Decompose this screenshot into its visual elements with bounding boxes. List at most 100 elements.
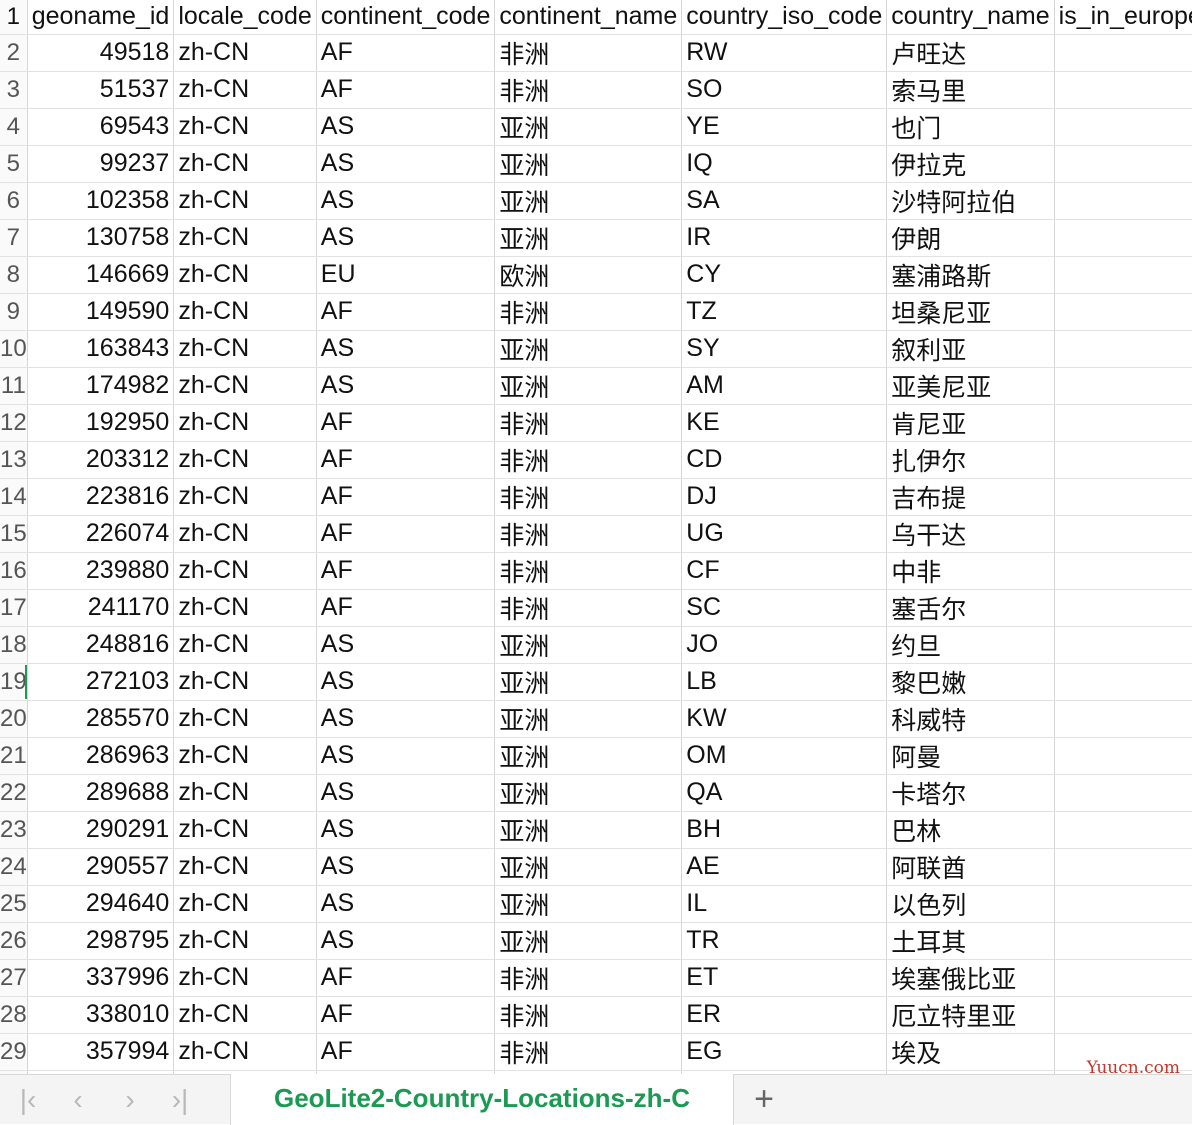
cell-country-iso-code[interactable]: UG	[681, 515, 888, 553]
cell-continent-name[interactable]: 亚洲	[494, 848, 683, 886]
cell-is-in-european-union[interactable]: 0	[1054, 996, 1192, 1034]
cell-geoname-id[interactable]: 286963	[27, 737, 175, 775]
cell-geoname-id[interactable]: 69543	[27, 108, 175, 146]
cell-country-name[interactable]: 扎伊尔	[886, 441, 1055, 479]
row-number[interactable]: 25	[0, 885, 28, 923]
cell-geoname-id[interactable]: 272103	[27, 663, 175, 701]
cell-continent-code[interactable]: AS	[316, 219, 496, 257]
cell-country-iso-code[interactable]: DJ	[681, 478, 888, 516]
cell-country-iso-code[interactable]: KW	[681, 700, 888, 738]
cell-country-name[interactable]: 黎巴嫩	[886, 663, 1055, 701]
cell-is-in-european-union[interactable]: 0	[1054, 589, 1192, 627]
cell-continent-name[interactable]: 非洲	[494, 1033, 683, 1071]
sheet-tab-active[interactable]: GeoLite2-Country-Locations-zh-C	[230, 1074, 734, 1125]
cell-continent-code[interactable]: AS	[316, 663, 496, 701]
cell-locale-code[interactable]: zh-CN	[173, 182, 317, 220]
cell-is-in-european-union[interactable]: 0	[1054, 552, 1192, 590]
cell-continent-name[interactable]: 亚洲	[494, 108, 683, 146]
cell-locale-code[interactable]: zh-CN	[173, 811, 317, 849]
cell-continent-code[interactable]: AS	[316, 922, 496, 960]
cell-locale-code[interactable]: zh-CN	[173, 959, 317, 997]
cell-locale-code[interactable]: zh-CN	[173, 219, 317, 257]
column-header[interactable]: is_in_european_union	[1054, 0, 1192, 35]
cell-locale-code[interactable]: zh-CN	[173, 404, 317, 442]
row-number[interactable]: 10	[0, 330, 28, 368]
cell-continent-code[interactable]: AF	[316, 478, 496, 516]
cell-is-in-european-union[interactable]: 0	[1054, 811, 1192, 849]
cell-locale-code[interactable]: zh-CN	[173, 293, 317, 331]
cell-continent-name[interactable]: 亚洲	[494, 145, 683, 183]
row-number[interactable]: 3	[0, 71, 28, 109]
cell-country-iso-code[interactable]: SO	[681, 71, 888, 109]
cell-is-in-european-union[interactable]: 0	[1054, 219, 1192, 257]
cell-continent-name[interactable]: 亚洲	[494, 219, 683, 257]
cell-continent-name[interactable]: 非洲	[494, 996, 683, 1034]
cell-continent-code[interactable]: AS	[316, 330, 496, 368]
cell-continent-name[interactable]: 非洲	[494, 959, 683, 997]
cell-country-iso-code[interactable]: QA	[681, 774, 888, 812]
row-number[interactable]: 24	[0, 848, 28, 886]
row-number[interactable]: 1	[0, 0, 28, 35]
cell-continent-code[interactable]: AS	[316, 848, 496, 886]
cell-locale-code[interactable]: zh-CN	[173, 663, 317, 701]
column-header[interactable]: geoname_id	[27, 0, 175, 35]
cell-country-iso-code[interactable]: KE	[681, 404, 888, 442]
cell-continent-name[interactable]: 非洲	[494, 293, 683, 331]
row-number[interactable]: 15	[0, 515, 28, 553]
cell-locale-code[interactable]: zh-CN	[173, 922, 317, 960]
row-number[interactable]: 8	[0, 256, 28, 294]
cell-continent-code[interactable]: AF	[316, 441, 496, 479]
cell-continent-name[interactable]: 非洲	[494, 71, 683, 109]
cell-continent-code[interactable]: AF	[316, 996, 496, 1034]
cell-continent-code[interactable]: AS	[316, 108, 496, 146]
cell-continent-code[interactable]: AF	[316, 1033, 496, 1071]
cell-geoname-id[interactable]: 174982	[27, 367, 175, 405]
cell-continent-name[interactable]: 欧洲	[494, 256, 683, 294]
cell-continent-name[interactable]: 非洲	[494, 34, 683, 72]
cell-geoname-id[interactable]: 290291	[27, 811, 175, 849]
row-number[interactable]: 21	[0, 737, 28, 775]
column-header[interactable]: continent_name	[494, 0, 683, 35]
cell-continent-name[interactable]: 亚洲	[494, 700, 683, 738]
cell-country-iso-code[interactable]: IL	[681, 885, 888, 923]
cell-continent-name[interactable]: 亚洲	[494, 182, 683, 220]
cell-geoname-id[interactable]: 192950	[27, 404, 175, 442]
cell-geoname-id[interactable]: 239880	[27, 552, 175, 590]
cell-country-name[interactable]: 塞舌尔	[886, 589, 1055, 627]
cell-continent-name[interactable]: 亚洲	[494, 737, 683, 775]
cell-continent-name[interactable]: 亚洲	[494, 885, 683, 923]
cell-country-name[interactable]: 伊拉克	[886, 145, 1055, 183]
cell-country-iso-code[interactable]: SC	[681, 589, 888, 627]
cell-is-in-european-union[interactable]: 0	[1054, 700, 1192, 738]
cell-geoname-id[interactable]: 51537	[27, 71, 175, 109]
cell-continent-code[interactable]: AF	[316, 71, 496, 109]
cell-locale-code[interactable]: zh-CN	[173, 885, 317, 923]
cell-is-in-european-union[interactable]: 0	[1054, 774, 1192, 812]
cell-locale-code[interactable]: zh-CN	[173, 330, 317, 368]
cell-continent-name[interactable]: 非洲	[494, 404, 683, 442]
row-number[interactable]: 18	[0, 626, 28, 664]
cell-geoname-id[interactable]: 357994	[27, 1033, 175, 1071]
cell-country-name[interactable]: 卢旺达	[886, 34, 1055, 72]
column-header[interactable]: continent_code	[316, 0, 496, 35]
cell-continent-name[interactable]: 亚洲	[494, 330, 683, 368]
cell-locale-code[interactable]: zh-CN	[173, 71, 317, 109]
cell-continent-code[interactable]: AS	[316, 737, 496, 775]
cell-continent-name[interactable]: 亚洲	[494, 774, 683, 812]
cell-is-in-european-union[interactable]: 0	[1054, 71, 1192, 109]
cell-is-in-european-union[interactable]: 0	[1054, 626, 1192, 664]
cell-country-name[interactable]: 伊朗	[886, 219, 1055, 257]
cell-is-in-european-union[interactable]: 0	[1054, 515, 1192, 553]
cell-country-iso-code[interactable]: AE	[681, 848, 888, 886]
chevron-left-icon[interactable]: ‹	[58, 1081, 98, 1119]
spreadsheet-grid[interactable]: 1 geoname_id locale_code continent_code cont…	[0, 0, 1192, 1074]
column-header[interactable]: locale_code	[173, 0, 317, 35]
cell-country-iso-code[interactable]: IQ	[681, 145, 888, 183]
cell-country-name[interactable]: 塞浦路斯	[886, 256, 1055, 294]
cell-country-iso-code[interactable]: TZ	[681, 293, 888, 331]
cell-country-name[interactable]: 沙特阿拉伯	[886, 182, 1055, 220]
cell-country-name[interactable]: 阿曼	[886, 737, 1055, 775]
plus-icon[interactable]: +	[742, 1079, 786, 1121]
cell-geoname-id[interactable]: 298795	[27, 922, 175, 960]
cell-continent-name[interactable]: 非洲	[494, 515, 683, 553]
